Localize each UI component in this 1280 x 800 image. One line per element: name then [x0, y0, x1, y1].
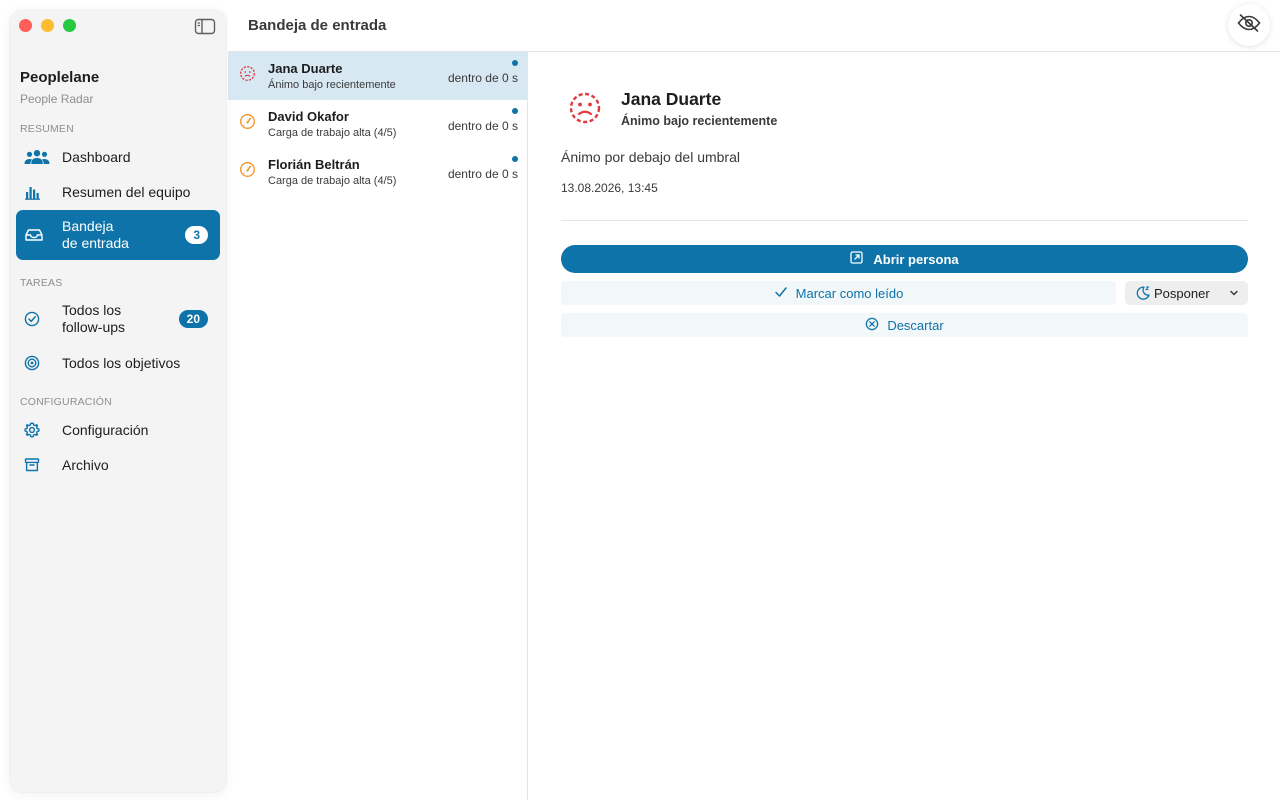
sidebar-item-label: Configuración	[62, 421, 149, 438]
inbox-row[interactable]: Jana Duarte Ánimo bajo recientemente den…	[228, 52, 528, 100]
sidebar-item-label: Dashboard	[62, 148, 131, 165]
sidebar-item-archivo[interactable]: Archivo	[16, 453, 220, 477]
inbox-list: Jana Duarte Ánimo bajo recientemente den…	[228, 52, 528, 800]
open-person-button[interactable]: Abrir persona	[561, 245, 1248, 273]
open-external-icon	[850, 251, 864, 267]
page-title: Bandeja de entrada	[248, 17, 387, 34]
detail-pane: Jana Duarte Ánimo bajo recientemente Áni…	[529, 52, 1280, 800]
row-time: dentro de 0 s	[447, 71, 518, 85]
follow-ups-count-badge: 20	[178, 310, 208, 328]
checkmark-icon	[774, 285, 788, 302]
checkmark-circle-icon	[24, 310, 50, 328]
window-controls	[19, 19, 76, 32]
toolbar: Bandeja de entrada	[228, 0, 1280, 52]
dismiss-label: Descartar	[887, 317, 944, 333]
close-window-button[interactable]	[19, 19, 32, 32]
row-reason: Carga de trabajo alta (4/5)	[268, 175, 397, 187]
open-person-label: Abrir persona	[873, 251, 959, 267]
sidebar-item-configuracion[interactable]: Configuración	[16, 418, 220, 442]
detail-message: Ánimo por debajo del umbral	[561, 149, 740, 165]
app-name: Peoplelane	[20, 69, 100, 86]
sidebar-item-label: Bandeja de entrada	[62, 218, 129, 251]
sidebar-item-dashboard[interactable]: Dashboard	[16, 145, 220, 169]
row-person-name: David Okafor	[268, 109, 349, 124]
row-reason: Ánimo bajo recientemente	[268, 79, 396, 91]
sidebar-item-label: Resumen del equipo	[62, 183, 191, 200]
gauge-icon	[239, 113, 256, 130]
hide-sensitive-button[interactable]	[1228, 4, 1270, 46]
inbox-row[interactable]: David Okafor Carga de trabajo alta (4/5)…	[228, 100, 528, 148]
section-label-tareas: TAREAS	[20, 277, 63, 289]
detail-reason: Ánimo bajo recientemente	[621, 114, 778, 128]
row-person-name: Jana Duarte	[268, 61, 343, 76]
inbox-row[interactable]: Florián Beltrán Carga de trabajo alta (4…	[228, 148, 528, 196]
sidebar-item-objetivos[interactable]: Todos los objetivos	[16, 351, 220, 375]
divider	[561, 220, 1248, 221]
sidebar-item-label: Todos los follow-ups	[62, 302, 126, 335]
snooze-moon-icon	[1135, 285, 1151, 301]
tray-icon	[24, 226, 50, 244]
detail-timestamp: 13.08.2026, 13:45	[561, 181, 658, 195]
sidebar-item-bandeja[interactable]: Bandeja de entrada 3	[16, 210, 220, 260]
mood-face-icon	[567, 90, 603, 126]
unread-dot	[512, 156, 518, 162]
zoom-window-button[interactable]	[63, 19, 76, 32]
sidebar: Peoplelane People Radar RESUMEN Dashboar…	[10, 10, 226, 792]
chevron-down-icon	[1228, 287, 1240, 299]
dismiss-button[interactable]: Descartar	[561, 313, 1248, 337]
inbox-count-badge: 3	[185, 226, 208, 244]
unread-dot	[512, 108, 518, 114]
mark-read-button[interactable]: Marcar como leído	[561, 281, 1116, 305]
bar-chart-icon	[24, 183, 50, 201]
gauge-icon	[239, 161, 256, 178]
minimize-window-button[interactable]	[41, 19, 54, 32]
section-label-resumen: RESUMEN	[20, 123, 74, 135]
sidebar-toggle-icon[interactable]	[194, 18, 216, 35]
sidebar-item-label: Todos los objetivos	[62, 354, 181, 371]
mood-face-icon	[239, 65, 256, 82]
mark-read-label: Marcar como leído	[795, 285, 904, 301]
row-time: dentro de 0 s	[447, 167, 518, 181]
sidebar-item-follow-ups[interactable]: Todos los follow-ups 20	[16, 300, 220, 338]
sidebar-item-resumen-equipo[interactable]: Resumen del equipo	[16, 180, 220, 204]
app-subtitle: People Radar	[20, 92, 94, 106]
unread-dot	[512, 60, 518, 66]
sidebar-item-label: Archivo	[62, 456, 109, 473]
row-time: dentro de 0 s	[447, 119, 518, 133]
people-icon	[24, 148, 50, 166]
section-label-configuracion: CONFIGURACIÓN	[20, 396, 112, 408]
target-icon	[24, 354, 50, 372]
close-circle-icon	[865, 317, 879, 334]
archive-box-icon	[24, 456, 50, 474]
gear-icon	[24, 421, 50, 439]
postpone-label: Posponer	[1154, 285, 1210, 301]
detail-person-name: Jana Duarte	[621, 89, 722, 109]
row-reason: Carga de trabajo alta (4/5)	[268, 127, 397, 139]
eye-slash-icon	[1237, 13, 1261, 37]
row-person-name: Florián Beltrán	[268, 157, 360, 172]
postpone-button[interactable]: Posponer	[1125, 281, 1248, 305]
